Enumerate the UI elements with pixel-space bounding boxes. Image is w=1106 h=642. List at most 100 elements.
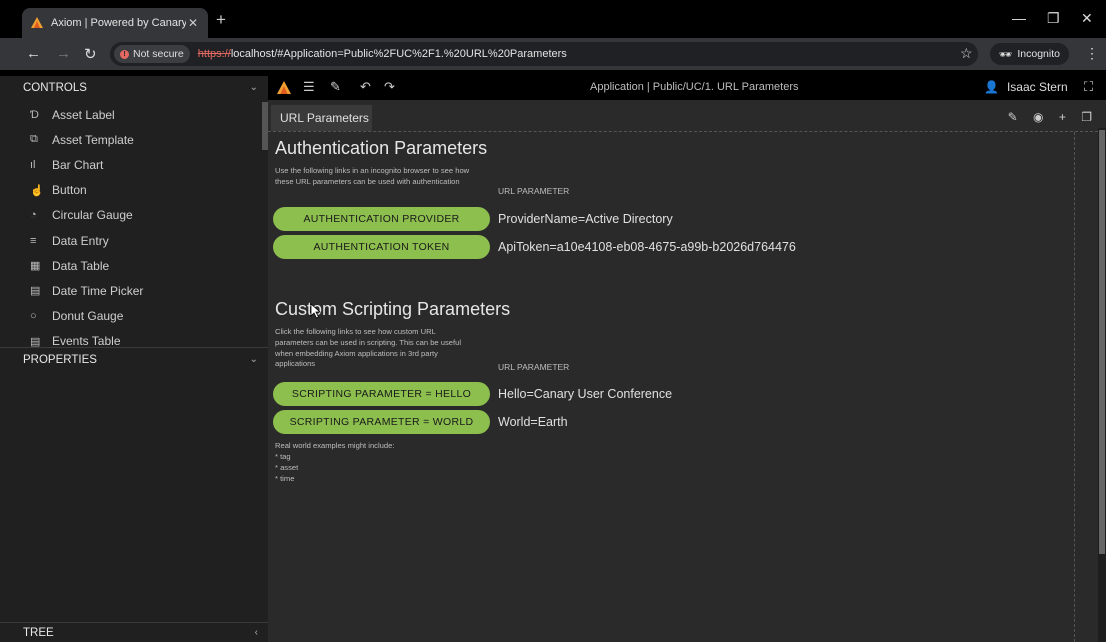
donut-icon: ○ (30, 310, 37, 323)
example-line: * time (275, 474, 295, 483)
bar-chart-icon: ıl (30, 158, 36, 171)
control-item-donut-gauge[interactable]: ○ Donut Gauge (0, 304, 262, 329)
hamburger-menu-icon[interactable]: ☰ (303, 79, 315, 95)
example-line: * asset (275, 463, 299, 472)
axiom-logo-icon (31, 17, 43, 28)
control-item-date-time-picker[interactable]: ▤ Date Time Picker (0, 278, 262, 303)
control-item-label: Data Entry (52, 233, 109, 248)
controls-section-header[interactable]: CONTROLS ⌄ (0, 77, 268, 99)
scripting-hello-button[interactable]: SCRIPTING PARAMETER = HELLO (273, 382, 490, 406)
tree-label: TREE (23, 627, 54, 639)
control-item-asset-label[interactable]: Ɗ Asset Label (0, 102, 262, 127)
user-icon: 👤 (984, 80, 999, 94)
world-param: World=Earth (498, 415, 568, 429)
examples-text: Real world examples might include: * tag *… (275, 440, 394, 484)
control-item-label: Circular Gauge (52, 208, 133, 223)
incognito-icon: 🕶 (999, 48, 1013, 61)
properties-section-header[interactable]: PROPERTIES ⌄ (0, 349, 268, 371)
reload-icon[interactable]: ↻ (84, 45, 97, 63)
mouse-cursor-icon (310, 303, 322, 319)
control-item-button[interactable]: ☝ Button (0, 178, 262, 203)
gauge-icon: ◔ (30, 209, 37, 222)
control-item-label: Date Time Picker (52, 283, 144, 298)
bookmark-star-icon[interactable]: ☆ (960, 45, 973, 62)
browser-menu-icon[interactable]: ⋮ (1085, 45, 1099, 62)
control-item-circular-gauge[interactable]: ◔ Circular Gauge (0, 203, 262, 228)
browser-tab[interactable]: Axiom | Powered by Canary Lab ✕ (22, 8, 208, 38)
calendar-icon: ▤ (30, 285, 41, 298)
address-bar[interactable]: ! Not secure https://localhost/#Applicat… (110, 42, 978, 66)
forward-icon[interactable]: → (56, 45, 71, 62)
chevron-left-icon[interactable]: ‹ (255, 622, 258, 642)
chevron-down-icon[interactable]: ⌄ (250, 349, 258, 371)
asset-template-icon: ⧉ (30, 133, 38, 146)
control-item-label: Bar Chart (52, 157, 104, 172)
properties-label: PROPERTIES (23, 354, 97, 366)
scroll-thumb[interactable] (1099, 130, 1105, 554)
url-text[interactable]: https://localhost/#Application=Public%2F… (198, 48, 567, 60)
fullscreen-icon[interactable]: ⛶ (1084, 79, 1093, 95)
auth-section-title: Authentication Parameters (275, 138, 488, 158)
auth-description: Use the following links in an incognito … (275, 166, 470, 186)
scripting-description: Click the following links to see how cus… (275, 327, 462, 369)
undo-icon[interactable]: ↶ (360, 79, 371, 95)
provider-param: ProviderName=Active Directory (498, 212, 673, 226)
asset-label-icon: Ɗ (30, 108, 39, 121)
control-item-events-table[interactable]: ▤ Events Table (0, 329, 262, 347)
hello-param: Hello=Canary User Conference (498, 387, 673, 401)
control-item-data-entry[interactable]: ≡ Data Entry (0, 228, 262, 253)
app-toolbar: ☰ ✎ ↶ ↷ Application | Public/UC/1. URL P… (268, 76, 1106, 100)
app-canvas: URL Parameters ✎ ◉ + ❐ Authentication Pa… (268, 100, 1106, 642)
scripting-world-button[interactable]: SCRIPTING PARAMETER = WORLD (273, 410, 490, 434)
page-tabbar: URL Parameters ✎ ◉ + ❐ (268, 102, 1106, 131)
tree-section-header[interactable]: TREE ‹ (0, 622, 268, 642)
security-chip[interactable]: ! Not secure (114, 45, 190, 63)
token-param: ApiToken=a10e4108-eb08-4675-a99b-b2026d7… (498, 240, 796, 254)
back-icon[interactable]: ← (26, 45, 41, 62)
close-tab-icon[interactable]: ✕ (186, 16, 200, 30)
close-window-icon[interactable]: ✕ (1081, 10, 1093, 27)
redo-icon[interactable]: ↷ (384, 79, 395, 95)
authentication-token-button[interactable]: AUTHENTICATION TOKEN (273, 235, 490, 259)
page-actions: ✎ ◉ + ❐ (996, 110, 1092, 124)
restore-icon[interactable]: ❐ (1047, 10, 1060, 27)
copy-icon[interactable]: ❐ (1081, 110, 1092, 124)
control-item-label: Data Table (52, 258, 110, 273)
authentication-provider-button[interactable]: AUTHENTICATION PROVIDER (273, 207, 490, 231)
browser-tab-title: Axiom | Powered by Canary Lab (51, 17, 186, 29)
browser-tabstrip: Axiom | Powered by Canary Lab ✕ + — ❐ ✕ (0, 0, 1106, 38)
plus-icon[interactable]: + (1059, 110, 1066, 124)
user-name: Isaac Stern (1006, 80, 1068, 94)
controls-list: Ɗ Asset Label ⧉ Asset Template ıl Bar Chart ☝ B… (0, 102, 262, 347)
control-item-label: Donut Gauge (52, 309, 124, 324)
address-toolbar: ← → ↻ ! Not secure https://localhost/#Ap… (0, 38, 1106, 70)
control-item-label: Asset Template (52, 132, 134, 147)
control-item-label: Events Table (52, 334, 121, 347)
incognito-badge[interactable]: 🕶 Incognito (990, 43, 1069, 65)
control-item-data-table[interactable]: ▦ Data Table (0, 253, 262, 278)
application-title: Application | Public/UC/1. URL Parameter… (590, 81, 799, 93)
user-menu[interactable]: 👤 Isaac Stern (984, 80, 1068, 94)
left-panel: CONTROLS ⌄ Ɗ Asset Label ⧉ Asset Template ıl… (0, 76, 268, 642)
canvas-scrollbar[interactable] (1098, 128, 1106, 642)
axiom-logo-icon[interactable] (276, 80, 292, 95)
chevron-down-icon[interactable]: ⌄ (250, 77, 258, 99)
pencil-icon[interactable]: ✎ (1008, 110, 1018, 124)
control-item-asset-template[interactable]: ⧉ Asset Template (0, 127, 262, 152)
edit-mode-icon[interactable]: ✎ (330, 79, 341, 95)
url-scheme: https:// (197, 48, 231, 60)
security-label: Not secure (133, 48, 184, 60)
control-item-label: Asset Label (52, 107, 115, 122)
events-icon: ▤ (30, 335, 41, 347)
minimize-icon[interactable]: — (1012, 10, 1026, 26)
incognito-label: Incognito (1017, 48, 1060, 60)
pointer-icon: ☝ (30, 184, 44, 197)
new-tab-button[interactable]: + (216, 10, 226, 30)
url-path: localhost/#Application=Public%2FUC%2F1.%… (230, 48, 567, 60)
example-line: Real world examples might include: (275, 441, 395, 450)
tab-url-parameters[interactable]: URL Parameters (271, 105, 372, 131)
eye-icon[interactable]: ◉ (1033, 110, 1043, 124)
auth-column-label: URL PARAMETER (498, 186, 570, 196)
controls-label: CONTROLS (23, 82, 87, 94)
control-item-bar-chart[interactable]: ıl Bar Chart (0, 152, 262, 177)
